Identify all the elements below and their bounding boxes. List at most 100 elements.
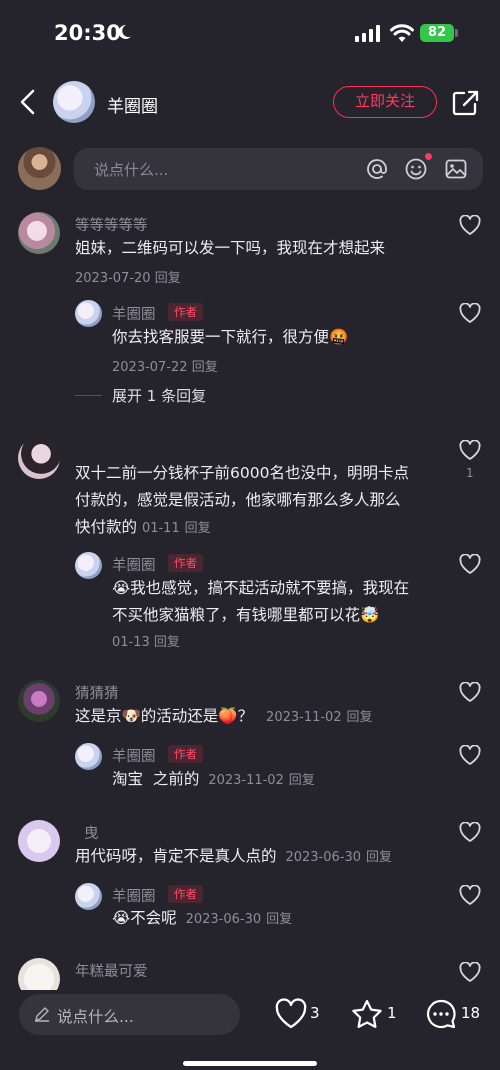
reply-text-line: 不买他家猫粮了，有钱哪里都可以花🤯 [112,606,380,624]
comment-text[interactable]: 双十二前一分钱杯子前6000名也没中，明明卡点 付款的，感觉是假活动，他家哪有那… [75,460,445,542]
expand-replies-button[interactable]: 展开 1 条回复 [112,385,206,406]
commenter-name[interactable]: 曳 [84,822,99,843]
emoji-icon[interactable] [405,158,427,180]
heart-icon[interactable] [459,303,481,323]
comment-meta: 2023-07-20 回复 [75,267,181,286]
share-icon[interactable] [452,90,480,116]
status-bar: 20:30 82 [0,0,500,66]
commenter-avatar[interactable] [18,958,60,990]
comment-text[interactable]: 姐妹，二维码可以发一下吗，我现在才想起来 [75,235,385,262]
comment-text-row: 用代码呀，肯定不是真人点的 2023-06-30 回复 [75,843,392,871]
battery-level: 82 [427,25,447,40]
comment-text[interactable]: 用代码呀，肯定不是真人点的 [75,847,277,865]
reply-author-name[interactable]: 羊圈圈 [112,885,156,906]
comment-text[interactable]: 这是京🐶的活动还是🍑？ [75,707,253,725]
comment-list: 等等等等等 姐妹，二维码可以发一下吗，我现在才想起来 2023-07-20 回复… [0,200,500,990]
commenter-avatar[interactable] [18,820,60,862]
header: 羊圈圈 立即关注 [0,72,500,132]
reply-text[interactable]: 淘宝 之前的 [112,770,199,788]
comment-date: 2023-07-20 [75,271,151,286]
author-reply-avatar[interactable] [75,300,102,327]
signal-icon [355,25,380,42]
comment-date: 01-11 [141,521,180,536]
comment-compose: 说点什么... [18,147,484,191]
comment-input[interactable]: 说点什么... [74,148,483,190]
bottom-input-placeholder: 说点什么... [57,1008,134,1026]
image-icon[interactable] [445,158,467,180]
commenter-name[interactable]: 年糕最可爱 [75,960,148,981]
reply-text[interactable]: 你去找客服要一下就行，很方便🤬 [112,324,348,351]
reply-text[interactable]: 😭我也感觉，搞不起活动就不要搞，我现在 不买他家猫粮了，有钱哪里都可以花🤯 [112,575,442,629]
at-icon[interactable] [366,158,388,180]
comment-count: 18 [461,1004,481,1022]
comment-input-placeholder: 说点什么... [94,161,169,179]
heart-icon[interactable] [459,885,481,905]
reply-button[interactable]: 回复 [154,635,180,650]
reply-meta: 01-13 回复 [112,631,180,650]
moon-icon [118,24,131,39]
bottom-comment-input[interactable]: 说点什么... [19,994,240,1035]
heart-icon[interactable] [459,745,481,765]
my-avatar [18,147,61,190]
comment-date: 2023-06-30 [285,850,362,865]
battery-tip [455,29,458,37]
star-icon[interactable] [351,998,383,1030]
battery-indicator: 82 [420,24,454,42]
bottom-bar: 说点什么... 3 1 18 [0,990,500,1070]
reply-author-name[interactable]: 羊圈圈 [112,554,156,575]
reply-text-row: 😭不会呢 2023-06-30 回复 [112,905,292,933]
home-indicator [183,1061,317,1066]
author-name[interactable]: 羊圈圈 [107,92,158,117]
commenter-avatar[interactable] [18,680,60,722]
like-count: 1 [466,466,474,480]
reply-text[interactable]: 😭不会呢 [112,909,177,927]
chat-bubble-icon[interactable] [425,998,457,1030]
emoji-notification-dot [425,153,432,160]
heart-icon[interactable] [459,822,481,842]
wifi-icon [390,24,414,42]
author-reply-avatar[interactable] [75,883,102,910]
reply-date: 01-13 [112,635,150,650]
reply-button[interactable]: 回复 [289,773,315,788]
reply-button[interactable]: 回复 [266,912,292,927]
reply-button[interactable]: 回复 [192,360,218,375]
reply-date: 2023-06-30 [185,912,262,927]
heart-icon[interactable] [459,682,481,702]
author-reply-avatar[interactable] [75,552,102,579]
heart-icon[interactable] [459,215,481,235]
status-time: 20:30 [54,21,121,45]
reply-button[interactable]: 回复 [185,521,211,536]
heart-icon[interactable] [459,554,481,574]
reply-button[interactable]: 回复 [347,710,373,725]
author-tag: 作者 [168,303,203,321]
author-tag: 作者 [168,745,203,763]
heart-icon[interactable] [459,962,481,982]
author-reply-avatar[interactable] [75,743,102,770]
comment-text-line: 快付款的 [75,518,138,536]
like-heart-icon[interactable] [275,998,307,1030]
follow-button[interactable]: 立即关注 [333,86,437,118]
reply-text-row: 淘宝 之前的 2023-11-02 回复 [112,766,315,794]
back-arrow-icon[interactable] [18,89,38,115]
reply-date: 2023-07-22 [112,360,188,375]
expand-divider [75,395,102,396]
commenter-avatar[interactable] [18,212,60,254]
comment-text-row: 这是京🐶的活动还是🍑？ 2023-11-02 回复 [75,703,373,731]
comment-text-line: 双十二前一分钱杯子前6000名也没中，明明卡点 [75,464,409,482]
reply-button[interactable]: 回复 [366,850,392,865]
reply-meta: 2023-07-22 回复 [112,356,218,375]
commenter-name[interactable]: 等等等等等 [75,214,148,235]
commenter-avatar[interactable] [18,437,60,479]
commenter-name[interactable]: 猜猜猜 [75,682,119,703]
comment-date: 2023-11-02 [266,710,342,725]
author-tag: 作者 [168,885,203,903]
author-tag: 作者 [168,554,203,572]
like-count: 3 [310,1004,320,1022]
reply-button[interactable]: 回复 [155,271,181,286]
author-avatar[interactable] [53,81,95,123]
reply-author-name[interactable]: 羊圈圈 [112,745,156,766]
comment-text-line: 付款的，感觉是假活动，他家哪有那么多人那么 [75,491,401,509]
reply-author-name[interactable]: 羊圈圈 [112,303,156,324]
heart-icon[interactable] [459,440,481,460]
favorite-count: 1 [387,1004,397,1022]
